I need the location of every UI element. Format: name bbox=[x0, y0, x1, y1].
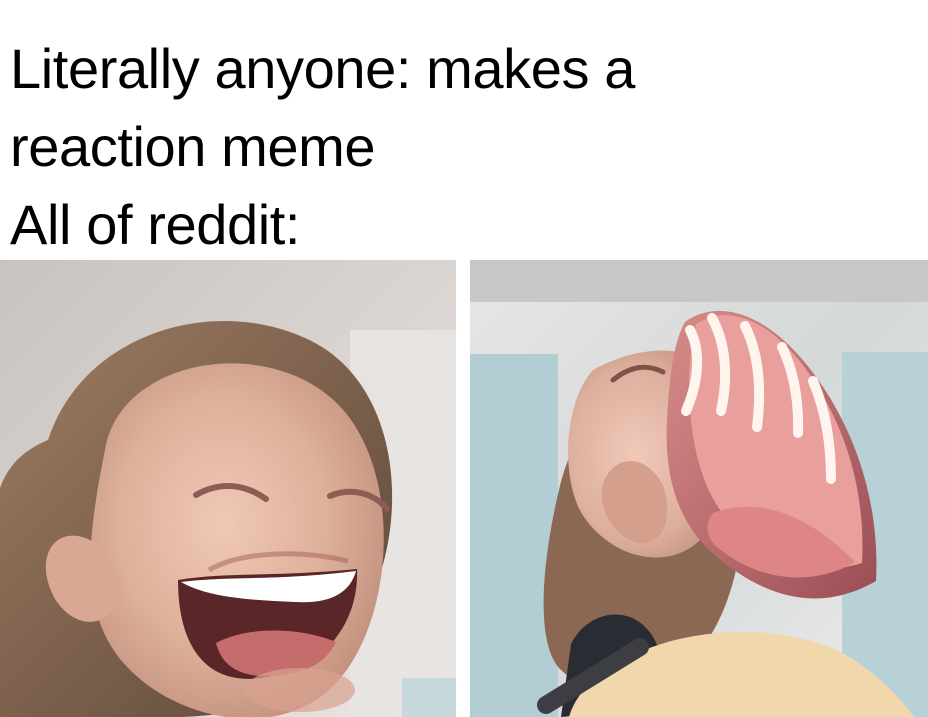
caption-line-3: All of reddit: bbox=[10, 193, 301, 256]
right-reaction-image bbox=[470, 260, 928, 717]
caption-line-1: Literally anyone: makes a bbox=[10, 37, 636, 100]
left-reaction-image bbox=[0, 260, 456, 717]
caption-line-2: reaction meme bbox=[10, 115, 376, 178]
meme-caption: Literally anyone: makes a reaction meme … bbox=[10, 30, 910, 264]
